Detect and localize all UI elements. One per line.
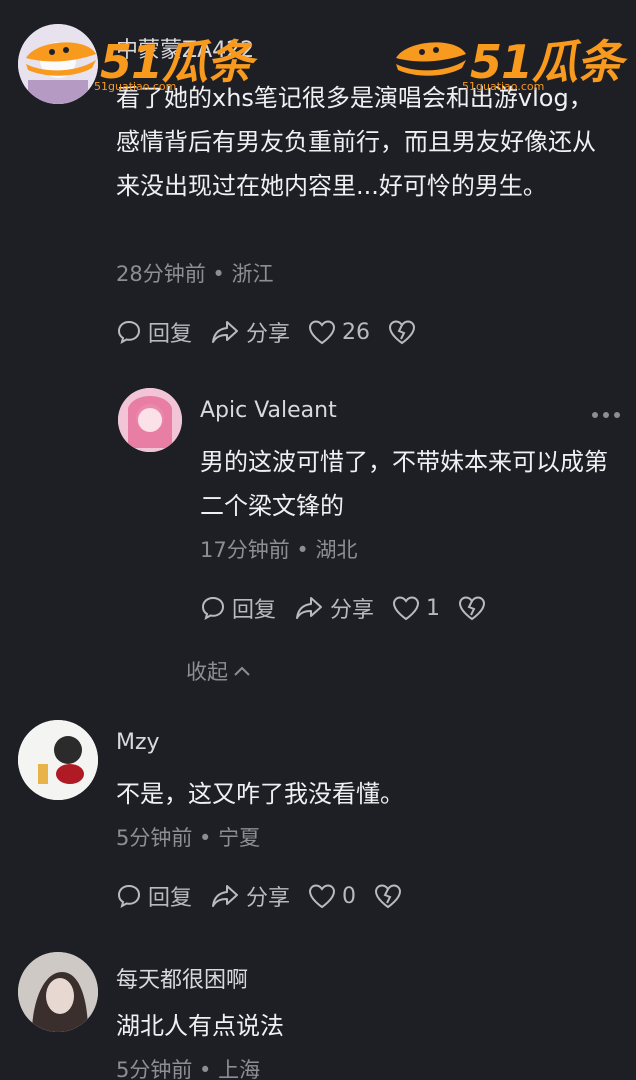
reply-button[interactable]: 回复 [200,592,276,624]
watermark-url: 51guatiao.com [462,80,545,93]
collapse-label: 收起 [186,660,228,684]
reply-label: 回复 [148,322,193,347]
share-label: 分享 [246,886,291,911]
reply-actions: 回复 分享 1 [200,588,510,628]
comment-actions: 回复 分享 26 [116,312,440,352]
reply-label: 回复 [232,598,277,623]
share-label: 分享 [246,322,291,347]
reply-button[interactable]: 回复 [116,316,192,348]
heart-icon [393,596,420,621]
share-label: 分享 [330,598,375,623]
like-count: 26 [342,319,371,345]
broken-heart-icon [459,596,486,621]
heart-icon [309,320,336,345]
share-button[interactable]: 分享 [210,880,290,912]
comment-text: 看了她的xhs笔记很多是演唱会和出游vlog，感情背后有男友负重前行，而且男友好… [116,84,596,200]
share-button[interactable]: 分享 [210,316,290,348]
comment-meta: 28分钟前 • 浙江 [116,262,274,286]
reply-icon [117,320,141,344]
avatar[interactable] [118,388,182,452]
comment-actions: 回复 分享 0 [116,876,426,916]
like-button[interactable]: 1 [392,595,440,621]
reply-button[interactable]: 回复 [116,880,192,912]
comment-username[interactable]: Mzy [116,730,160,755]
like-button[interactable]: 26 [308,319,370,345]
watermark-logo: 51瓜条 51guatiao.com [392,26,623,93]
reply-meta: 17分钟前 • 湖北 [200,538,358,562]
reply-username[interactable]: Apic Valeant [200,398,337,423]
reply-icon [117,884,141,908]
share-button[interactable]: 分享 [294,592,374,624]
collapse-replies-button[interactable]: 收起 [186,656,252,686]
more-options-icon[interactable] [592,412,620,418]
reply-icon [201,596,225,620]
watermelon-icon [26,42,96,76]
share-icon [212,885,239,907]
comment-text: 湖北人有点说法 [116,1012,284,1040]
comment-meta: 5分钟前 • 上海 [116,1058,261,1080]
dislike-button[interactable] [374,883,408,909]
comment-page: 中蒙蒙ZA422 看了她的xhs笔记很多是演唱会和出游vlog，感情背后有男友负… [0,0,636,1080]
like-count: 0 [342,883,357,909]
avatar[interactable] [18,952,98,1032]
reply-text: 男的这波可惜了，不带妹本来可以成第二个梁文锋的 [200,448,608,520]
watermark-logo: 51瓜条 51guatiao.com [22,26,253,93]
share-icon [212,321,239,343]
share-icon [296,597,323,619]
comment-meta: 5分钟前 • 宁夏 [116,826,261,850]
avatar[interactable] [18,720,98,800]
watermelon-icon [396,42,466,76]
dislike-button[interactable] [388,319,422,345]
heart-icon [309,884,336,909]
reply-label: 回复 [148,886,193,911]
watermark-url: 51guatiao.com [94,80,177,93]
broken-heart-icon [375,884,402,909]
comment-username[interactable]: 每天都很困啊 [116,962,248,994]
chevron-up-icon [234,666,250,676]
dislike-button[interactable] [458,595,492,621]
comment-text: 不是，这又咋了我没看懂。 [116,780,404,808]
like-count: 1 [426,595,441,621]
broken-heart-icon [389,320,416,345]
like-button[interactable]: 0 [308,883,356,909]
